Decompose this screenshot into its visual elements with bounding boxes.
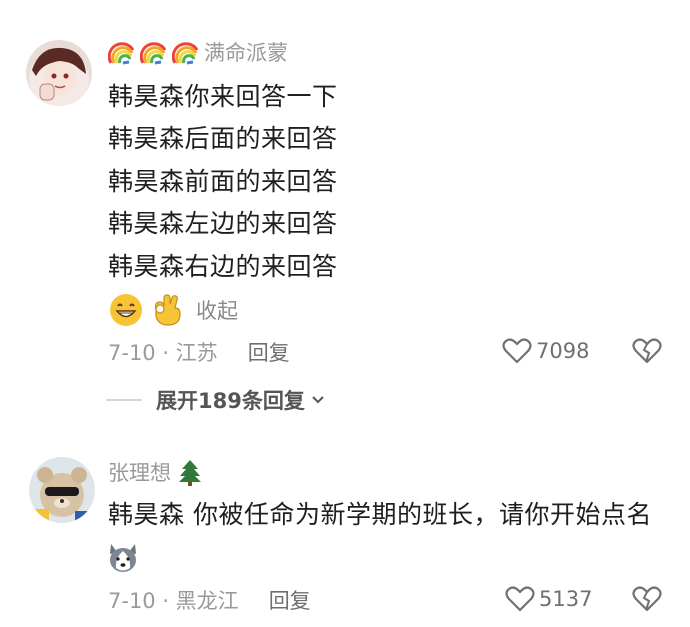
date-location: 7-10 · 黑龙江 (108, 589, 239, 613)
like-button[interactable]: 7098 (502, 337, 589, 365)
heart-outline-icon (502, 338, 532, 364)
chevron-down-icon (312, 396, 324, 404)
dislike-button[interactable] (632, 585, 662, 617)
broken-heart-icon (632, 586, 662, 612)
comment-text-line: 韩昊森你来回答一下 (108, 82, 338, 111)
tree-icon (179, 460, 201, 486)
divider (106, 399, 142, 401)
heart-outline-icon (505, 586, 535, 612)
collapse-button[interactable]: 收起 (196, 295, 238, 325)
like-count: 7098 (536, 339, 590, 363)
username-row-1: 满命派蒙 (107, 37, 288, 67)
ok-hand-icon (148, 292, 184, 328)
expand-replies-label: 展开189条回复 (156, 389, 305, 413)
comment-text-line: 韩昊森右边的来回答 (108, 252, 338, 281)
comment-text-line: 韩昊森前面的来回答 (108, 167, 338, 196)
comment-text-line: 韩昊森后面的来回答 (108, 124, 338, 153)
rainbow-icon (171, 38, 200, 66)
emoji-collapse-row: 收起 (108, 290, 238, 330)
reply-button[interactable]: 回复 (269, 585, 311, 615)
dislike-button[interactable] (632, 337, 662, 369)
like-button[interactable]: 5137 (505, 585, 592, 613)
comment-text-line: 韩昊森左边的来回答 (108, 209, 338, 238)
rainbow-icon (139, 38, 168, 66)
username-row-2: 张理想 (108, 457, 203, 487)
avatar-user-1[interactable] (26, 40, 92, 106)
reply-button[interactable]: 回复 (248, 337, 290, 367)
comment-text-line: 韩昊森 你被任命为新学期的班长，请你开始点名 (108, 500, 652, 529)
avatar-user-2[interactable] (29, 457, 95, 523)
username[interactable]: 张理想 (108, 457, 171, 487)
grinning-face-icon (108, 292, 144, 328)
date-location: 7-10 · 江苏 (108, 341, 218, 365)
broken-heart-icon (632, 338, 662, 364)
like-count: 5137 (539, 587, 593, 611)
rainbow-icon (107, 38, 136, 66)
username[interactable]: 满命派蒙 (204, 37, 288, 67)
husky-emoji-icon (106, 540, 140, 574)
expand-replies-button[interactable]: 展开189条回复 (106, 385, 327, 415)
